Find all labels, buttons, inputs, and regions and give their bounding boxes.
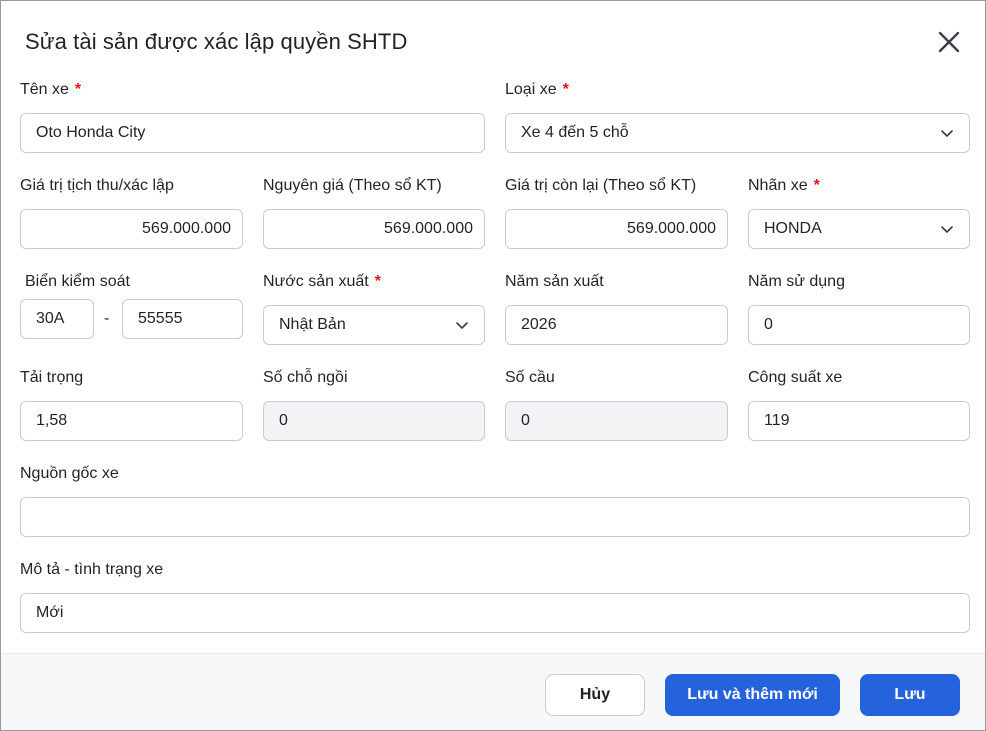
cancel-button[interactable]: Hủy: [545, 674, 645, 716]
nguon-goc-xe-label: Nguồn gốc xe: [20, 465, 119, 482]
cong-suat-xe-input[interactable]: 119: [748, 401, 970, 441]
nuoc-san-xuat-label: Nước sản xuất *: [263, 273, 381, 290]
bien-kiem-soat-number-input[interactable]: 55555: [122, 299, 243, 339]
gia-tri-con-lai-value: 569.000.000: [627, 220, 716, 237]
nguyen-gia-value: 569.000.000: [384, 220, 473, 237]
chevron-down-icon: [456, 322, 468, 329]
tai-trong-value: 1,58: [36, 412, 68, 429]
ten-xe-input[interactable]: Oto Honda City: [20, 113, 485, 153]
plate-separator: -: [104, 310, 110, 327]
nam-san-xuat-label: Năm sản xuất: [505, 273, 604, 290]
so-cho-ngoi-input: 0: [263, 401, 485, 441]
so-cau-input: 0: [505, 401, 728, 441]
nguyen-gia-label: Nguyên giá (Theo sổ KT): [263, 177, 442, 194]
bien-kiem-soat-prefix-input[interactable]: 30A: [20, 299, 94, 339]
tai-trong-label: Tải trọng: [20, 369, 84, 386]
tai-trong-input[interactable]: 1,58: [20, 401, 243, 441]
nam-su-dung-label: Năm sử dụng: [748, 273, 845, 290]
ten-xe-value: Oto Honda City: [36, 124, 146, 141]
so-cho-ngoi-value: 0: [279, 412, 288, 429]
gia-tri-tich-thu-label: Giá trị tịch thu/xác lập: [20, 177, 174, 194]
gia-tri-tich-thu-input[interactable]: 569.000.000: [20, 209, 243, 249]
nuoc-san-xuat-select[interactable]: Nhật Bản: [263, 305, 485, 345]
chevron-down-icon: [941, 130, 953, 137]
so-cau-value: 0: [521, 412, 530, 429]
nhan-xe-label: Nhãn xe *: [748, 177, 820, 194]
save-button[interactable]: Lưu: [860, 674, 960, 716]
mo-ta-label: Mô tả - tình trạng xe: [20, 561, 164, 578]
nam-san-xuat-value: 2026: [521, 316, 557, 333]
mo-ta-input[interactable]: Mới: [20, 593, 970, 633]
loai-xe-value: Xe 4 đến 5 chỗ: [521, 124, 629, 141]
mo-ta-value: Mới: [36, 604, 64, 621]
loai-xe-select[interactable]: Xe 4 đến 5 chỗ: [505, 113, 970, 153]
so-cho-ngoi-label: Số chỗ ngồi: [263, 369, 348, 386]
bien-kiem-soat-prefix-value: 30A: [36, 310, 65, 327]
bien-kiem-soat-number-value: 55555: [138, 310, 183, 327]
ten-xe-label: Tên xe *: [20, 81, 82, 98]
nhan-xe-value: HONDA: [764, 220, 822, 237]
required-marker: *: [813, 177, 820, 194]
save-and-new-button[interactable]: Lưu và thêm mới: [665, 674, 840, 716]
cong-suat-xe-label: Công suất xe: [748, 369, 843, 386]
nam-su-dung-input[interactable]: 0: [748, 305, 970, 345]
nhan-xe-select[interactable]: HONDA: [748, 209, 970, 249]
dialog-title: Sửa tài sản được xác lập quyền SHTD: [25, 29, 408, 54]
gia-tri-con-lai-label: Giá trị còn lại (Theo sổ KT): [505, 177, 697, 194]
required-marker: *: [562, 81, 569, 98]
so-cau-label: Số cầu: [505, 369, 555, 386]
required-marker: *: [374, 273, 381, 290]
loai-xe-label: Loại xe *: [505, 81, 569, 98]
nuoc-san-xuat-value: Nhật Bản: [279, 316, 346, 333]
required-marker: *: [74, 81, 82, 98]
edit-asset-dialog: Sửa tài sản được xác lập quyền SHTD Tên …: [0, 0, 986, 731]
chevron-down-icon: [941, 226, 953, 233]
nam-san-xuat-input[interactable]: 2026: [505, 305, 728, 345]
nguyen-gia-input[interactable]: 569.000.000: [263, 209, 485, 249]
gia-tri-con-lai-input[interactable]: 569.000.000: [505, 209, 728, 249]
close-icon[interactable]: [935, 28, 963, 56]
cong-suat-xe-value: 119: [764, 412, 790, 429]
gia-tri-tich-thu-value: 569.000.000: [142, 220, 231, 237]
bien-kiem-soat-label: Biển kiểm soát: [25, 273, 130, 290]
nam-su-dung-value: 0: [764, 316, 773, 333]
nguon-goc-xe-input[interactable]: [20, 497, 970, 537]
